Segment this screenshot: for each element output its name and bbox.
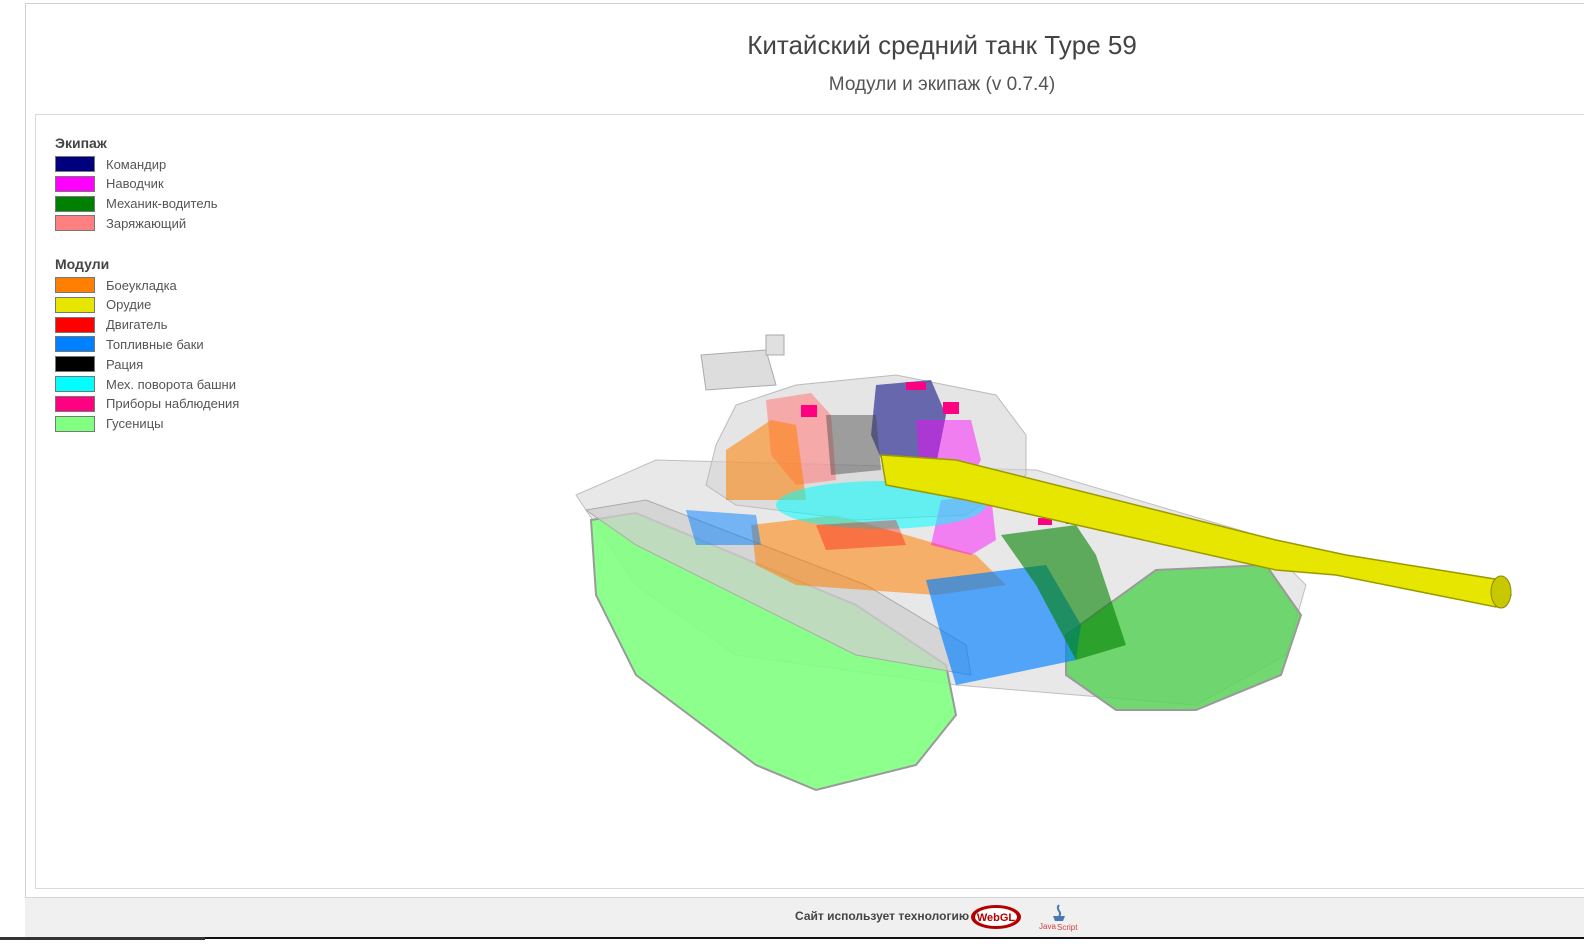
crew-legend-item: Наводчик — [55, 175, 164, 193]
webgl-logo-text: WebGL — [977, 912, 1016, 924]
tank-3d-model[interactable] — [36, 115, 1584, 888]
modules-legend-item: Мех. поворота башни — [55, 375, 236, 393]
modules-legend-label: Боеукладка — [106, 277, 177, 293]
observation-device-shape — [906, 382, 926, 390]
fuel-tank-rear-shape — [686, 510, 761, 545]
bottom-border-line — [0, 937, 1584, 939]
modules-color-swatch — [55, 316, 95, 333]
modules-legend-label: Топливные баки — [106, 336, 204, 352]
engine-shape — [816, 520, 906, 550]
page-subtitle: Модули и экипаж (v 0.7.4) — [828, 74, 1056, 95]
modules-legend-item: Топливные баки — [55, 335, 204, 353]
javascript-logo[interactable]: Java Script — [1037, 902, 1081, 932]
radio-shape — [826, 415, 881, 475]
modules-color-swatch — [55, 296, 95, 313]
page-title: Китайский средний танк Type 59 — [747, 30, 1137, 60]
webgl-logo[interactable]: WebGL — [970, 904, 1022, 930]
modules-color-swatch — [55, 376, 95, 392]
crew-legend-label: Заряжающий — [106, 215, 187, 231]
modules-legend-label: Рация — [106, 356, 144, 372]
webgl-viewer[interactable]: Экипаж Командир Наводчик Механик-водитель З… — [35, 114, 1584, 889]
crew-legend-label: Механик-водитель — [106, 196, 218, 212]
crew-legend-item: Механик-водитель — [55, 195, 217, 213]
footer: Сайт использует технологию WebGL Java Sc… — [25, 897, 1584, 938]
crew-color-swatch — [55, 215, 95, 232]
js-logo-text-script: Script — [1057, 923, 1078, 932]
mg-mount-shape — [700, 349, 777, 391]
modules-legend-label: Мех. поворота башни — [106, 376, 236, 392]
gun-muzzle-shape — [1490, 575, 1512, 609]
modules-legend-item: Рация — [55, 355, 143, 373]
js-logo-text-java: Java — [1039, 922, 1056, 931]
footer-text: Сайт использует технологию — [795, 909, 970, 923]
modules-legend-item: Приборы наблюдения — [55, 395, 239, 413]
modules-color-swatch — [55, 415, 95, 432]
modules-color-swatch — [55, 277, 95, 293]
crew-legend-item: Заряжающий — [55, 214, 186, 232]
modules-legend-item: Двигатель — [55, 316, 167, 334]
modules-color-swatch — [55, 356, 95, 373]
crew-color-swatch — [55, 156, 95, 172]
crew-color-swatch — [55, 195, 95, 212]
crew-heading: Экипаж — [55, 135, 107, 151]
bottom-border-left — [0, 937, 205, 940]
modules-legend-item: Орудие — [55, 296, 151, 314]
modules-color-swatch — [55, 336, 95, 353]
mg-post-shape — [765, 334, 785, 356]
modules-legend-item: Боеукладка — [55, 276, 177, 294]
modules-legend-label: Двигатель — [106, 317, 168, 333]
crew-color-swatch — [55, 175, 95, 192]
observation-device-shape — [801, 405, 817, 417]
modules-color-swatch — [55, 395, 95, 412]
modules-legend-label: Гусеницы — [106, 416, 164, 432]
modules-legend-label: Приборы наблюдения — [106, 396, 240, 412]
crew-legend-label: Наводчик — [106, 176, 164, 192]
modules-legend-label: Орудие — [106, 297, 152, 313]
observation-device-shape — [943, 402, 959, 414]
crew-legend-item: Командир — [55, 155, 166, 173]
modules-heading: Модули — [55, 256, 110, 272]
modules-legend-item: Гусеницы — [55, 415, 163, 433]
crew-legend-label: Командир — [106, 156, 167, 172]
